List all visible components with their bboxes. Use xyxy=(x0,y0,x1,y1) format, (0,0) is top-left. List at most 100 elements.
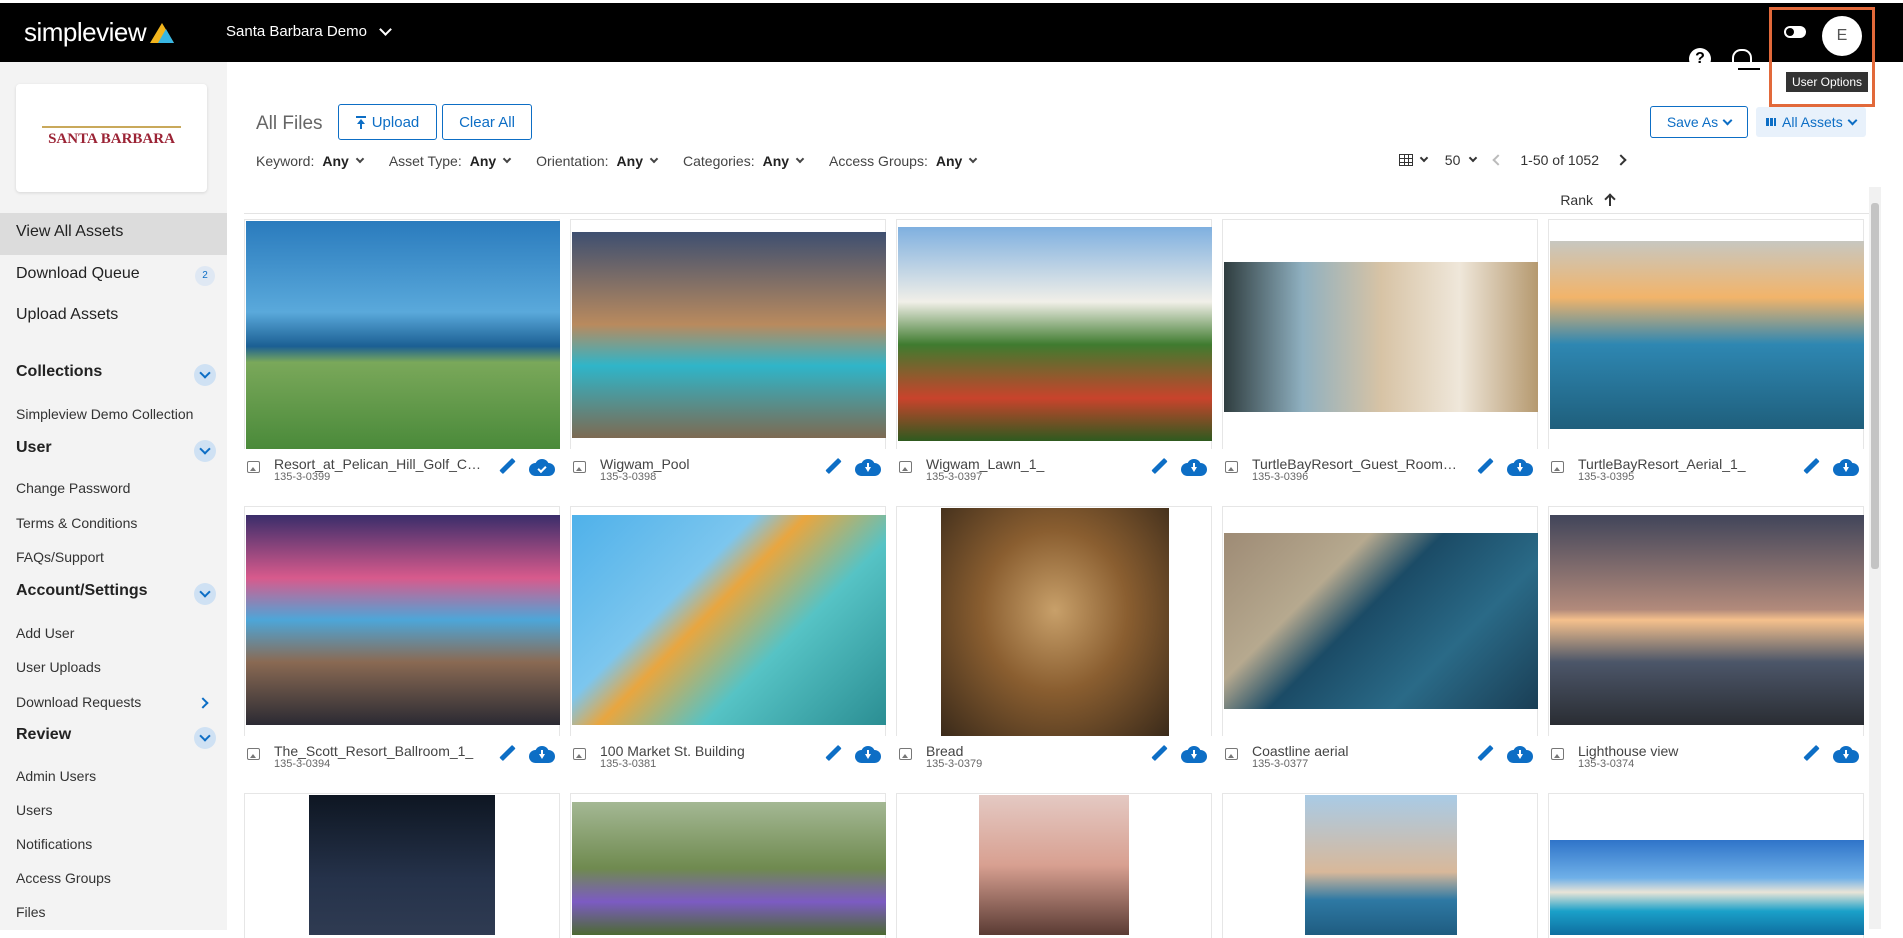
filter-keyword[interactable]: Keyword: Any xyxy=(256,153,365,169)
site-selector[interactable]: Santa Barbara Demo xyxy=(226,22,392,40)
filter-orientation[interactable]: Orientation: Any xyxy=(536,153,659,169)
asset-name[interactable]: 100 Market St. Building xyxy=(600,743,810,759)
nav-users[interactable]: Users xyxy=(16,802,53,818)
asset-thumbnail[interactable] xyxy=(1550,515,1864,725)
edit-pencil-icon[interactable] xyxy=(498,745,516,763)
asset-card[interactable] xyxy=(570,793,886,938)
scrollbar-thumb[interactable] xyxy=(1871,203,1879,569)
collection-item[interactable]: Simpleview Demo Collection xyxy=(16,406,193,422)
asset-thumbnail[interactable] xyxy=(1550,241,1864,429)
download-complete-icon[interactable] xyxy=(529,459,555,477)
review-chevron-icon[interactable] xyxy=(194,727,216,749)
scrollbar[interactable] xyxy=(1869,187,1881,929)
asset-thumbnail[interactable] xyxy=(572,515,886,725)
asset-thumbnail[interactable] xyxy=(309,795,495,935)
save-as-button[interactable]: Save As xyxy=(1650,106,1748,138)
download-cloud-icon[interactable] xyxy=(855,746,881,764)
asset-thumbnail[interactable] xyxy=(898,227,1212,441)
asset-thumbnail[interactable] xyxy=(572,232,886,438)
nav-download-queue[interactable]: Download Queue xyxy=(16,265,140,283)
nav-view-all-assets[interactable]: View All Assets xyxy=(16,223,123,241)
filter-categories[interactable]: Categories: Any xyxy=(683,153,805,169)
asset-thumbnail[interactable] xyxy=(246,221,560,449)
filter-asset-type[interactable]: Asset Type: Any xyxy=(389,153,512,169)
edit-pencil-icon[interactable] xyxy=(1476,745,1494,763)
toggle-icon[interactable] xyxy=(1784,26,1806,38)
edit-pencil-icon[interactable] xyxy=(1476,458,1494,476)
asset-thumbnail[interactable] xyxy=(941,508,1169,736)
previous-page-icon[interactable] xyxy=(1492,154,1505,166)
next-page-icon[interactable] xyxy=(1615,154,1627,166)
edit-pencil-icon[interactable] xyxy=(824,745,842,763)
asset-thumbnail[interactable] xyxy=(1224,262,1538,412)
nav-upload-assets[interactable]: Upload Assets xyxy=(16,306,118,324)
nav-faqs-support[interactable]: FAQs/Support xyxy=(16,549,104,565)
view-mode-selector[interactable] xyxy=(1398,153,1429,166)
clear-all-button[interactable]: Clear All xyxy=(442,104,532,140)
nav-admin-users[interactable]: Admin Users xyxy=(16,768,96,784)
edit-pencil-icon[interactable] xyxy=(1802,745,1820,763)
review-heading[interactable]: Review xyxy=(16,726,71,744)
download-cloud-icon[interactable] xyxy=(529,746,555,764)
asset-card[interactable] xyxy=(570,219,886,449)
asset-card[interactable] xyxy=(896,506,1212,736)
filter-access-groups[interactable]: Access Groups: Any xyxy=(829,153,978,169)
all-assets-dropdown[interactable]: All Assets xyxy=(1756,107,1866,137)
asset-name[interactable]: Resort_at_Pelican_Hill_Golf_Cou... xyxy=(274,456,484,472)
user-heading[interactable]: User xyxy=(16,439,52,457)
nav-add-user[interactable]: Add User xyxy=(16,625,74,641)
nav-user-uploads[interactable]: User Uploads xyxy=(16,659,101,675)
upload-button[interactable]: Upload xyxy=(338,104,437,140)
help-icon[interactable]: ? xyxy=(1689,48,1711,70)
asset-name[interactable]: Coastline aerial xyxy=(1252,743,1462,759)
asset-card[interactable] xyxy=(896,793,1212,938)
asset-name[interactable]: The_Scott_Resort_Ballroom_1_ xyxy=(274,743,484,759)
asset-card[interactable] xyxy=(1222,219,1538,449)
asset-card[interactable] xyxy=(244,219,560,449)
asset-name[interactable]: Lighthouse view xyxy=(1578,743,1788,759)
download-cloud-icon[interactable] xyxy=(1833,459,1859,477)
asset-name[interactable]: TurtleBayResort_Guest_Room_1_ xyxy=(1252,456,1462,472)
nav-download-requests[interactable]: Download Requests xyxy=(16,694,141,710)
asset-name[interactable]: Bread xyxy=(926,743,1136,759)
asset-name[interactable]: Wigwam_Lawn_1_ xyxy=(926,456,1136,472)
asset-thumbnail[interactable] xyxy=(572,802,886,935)
collections-heading[interactable]: Collections xyxy=(16,363,102,381)
nav-files[interactable]: Files xyxy=(16,904,46,920)
notifications-bell-icon[interactable] xyxy=(1729,47,1752,71)
collections-chevron-icon[interactable] xyxy=(194,364,216,386)
asset-card[interactable] xyxy=(244,793,560,938)
nav-access-groups[interactable]: Access Groups xyxy=(16,870,111,886)
account-chevron-icon[interactable] xyxy=(194,583,216,605)
asset-card[interactable] xyxy=(1548,506,1864,736)
simpleview-logo[interactable]: simpleview xyxy=(24,17,175,48)
user-chevron-icon[interactable] xyxy=(194,440,216,462)
account-settings-heading[interactable]: Account/Settings xyxy=(16,582,148,600)
chevron-right-icon[interactable] xyxy=(197,697,209,709)
asset-thumbnail[interactable] xyxy=(1550,840,1864,935)
download-cloud-icon[interactable] xyxy=(855,459,881,477)
asset-card[interactable] xyxy=(896,219,1212,449)
asset-name[interactable]: TurtleBayResort_Aerial_1_ xyxy=(1578,456,1788,472)
asset-card[interactable] xyxy=(1548,793,1864,938)
edit-pencil-icon[interactable] xyxy=(1150,458,1168,476)
asset-thumbnail[interactable] xyxy=(1305,795,1457,935)
edit-pencil-icon[interactable] xyxy=(498,458,516,476)
edit-pencil-icon[interactable] xyxy=(1802,458,1820,476)
user-avatar[interactable]: E xyxy=(1822,16,1862,56)
asset-thumbnail[interactable] xyxy=(1224,533,1538,709)
edit-pencil-icon[interactable] xyxy=(824,458,842,476)
asset-card[interactable] xyxy=(1222,506,1538,736)
asset-card[interactable] xyxy=(570,506,886,736)
sort-control[interactable]: Rank xyxy=(1560,192,1615,208)
edit-pencil-icon[interactable] xyxy=(1150,745,1168,763)
asset-thumbnail[interactable] xyxy=(246,515,560,725)
asset-card[interactable] xyxy=(244,506,560,736)
download-cloud-icon[interactable] xyxy=(1181,459,1207,477)
nav-change-password[interactable]: Change Password xyxy=(16,480,130,496)
asset-card[interactable] xyxy=(1548,219,1864,449)
nav-terms-conditions[interactable]: Terms & Conditions xyxy=(16,515,137,531)
asset-card[interactable] xyxy=(1222,793,1538,938)
asset-thumbnail[interactable] xyxy=(979,795,1129,935)
nav-notifications[interactable]: Notifications xyxy=(16,836,92,852)
